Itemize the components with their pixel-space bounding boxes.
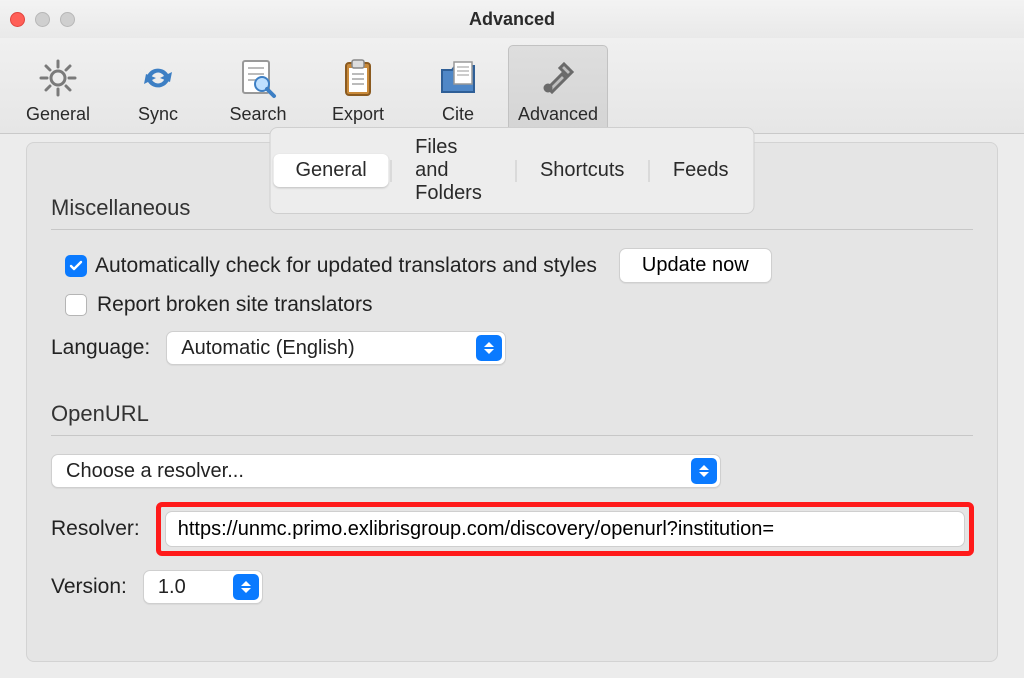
stepper-icon xyxy=(691,458,717,484)
gear-icon xyxy=(8,52,108,104)
subtab-separator xyxy=(648,160,649,182)
resolver-label: Resolver: xyxy=(51,517,140,541)
checkbox-report-broken-label: Report broken site translators xyxy=(97,293,372,317)
toolbar-item-label: Search xyxy=(208,104,308,125)
subtab-separator xyxy=(515,160,516,182)
toolbar-item-general[interactable]: General xyxy=(8,46,108,133)
resolver-picker-value: Choose a resolver... xyxy=(52,460,282,483)
subtab-feeds[interactable]: Feeds xyxy=(651,154,751,187)
checkbox-auto-update[interactable] xyxy=(65,255,87,277)
toolbar-item-cite[interactable]: Cite xyxy=(408,46,508,133)
divider xyxy=(51,435,973,436)
search-icon xyxy=(208,52,308,104)
window-title: Advanced xyxy=(0,9,1024,30)
version-label: Version: xyxy=(51,575,127,599)
divider xyxy=(51,229,973,230)
version-select-value: 1.0 xyxy=(144,576,224,599)
toolbar-item-label: Sync xyxy=(108,104,208,125)
toolbar-item-sync[interactable]: Sync xyxy=(108,46,208,133)
toolbar-item-label: Export xyxy=(308,104,408,125)
folder-document-icon xyxy=(408,52,508,104)
clipboard-icon xyxy=(308,52,408,104)
resolver-input[interactable] xyxy=(165,511,965,547)
toolbar-item-label: Cite xyxy=(408,104,508,125)
resolver-picker-select[interactable]: Choose a resolver... xyxy=(51,454,721,488)
stepper-icon xyxy=(476,335,502,361)
subtab-separator xyxy=(391,160,392,182)
resolver-highlight xyxy=(156,502,974,556)
toolbar-item-label: General xyxy=(8,104,108,125)
language-label: Language: xyxy=(51,336,150,360)
subtab-general[interactable]: General xyxy=(274,154,389,187)
checkbox-auto-update-label: Automatically check for updated translat… xyxy=(95,254,597,278)
subtab-files-folders[interactable]: Files and Folders xyxy=(393,131,513,210)
section-header-openurl: OpenURL xyxy=(51,401,973,427)
update-now-button[interactable]: Update now xyxy=(619,248,772,283)
tools-icon xyxy=(509,52,607,104)
version-select[interactable]: 1.0 xyxy=(143,570,263,604)
subtab-shortcuts[interactable]: Shortcuts xyxy=(518,154,646,187)
subtabs: General Files and Folders Shortcuts Feed… xyxy=(270,127,755,214)
language-select-value: Automatic (English) xyxy=(167,337,392,360)
stepper-icon xyxy=(233,574,259,600)
checkbox-report-broken[interactable] xyxy=(65,294,87,316)
toolbar-item-search[interactable]: Search xyxy=(208,46,308,133)
toolbar-item-export[interactable]: Export xyxy=(308,46,408,133)
language-select[interactable]: Automatic (English) xyxy=(166,331,506,365)
sync-icon xyxy=(108,52,208,104)
toolbar-item-advanced[interactable]: Advanced xyxy=(508,45,608,133)
titlebar: Advanced xyxy=(0,0,1024,38)
prefs-toolbar: General Sync Search xyxy=(0,38,1024,134)
toolbar-item-label: Advanced xyxy=(509,104,607,125)
advanced-panel: General Files and Folders Shortcuts Feed… xyxy=(26,142,998,662)
